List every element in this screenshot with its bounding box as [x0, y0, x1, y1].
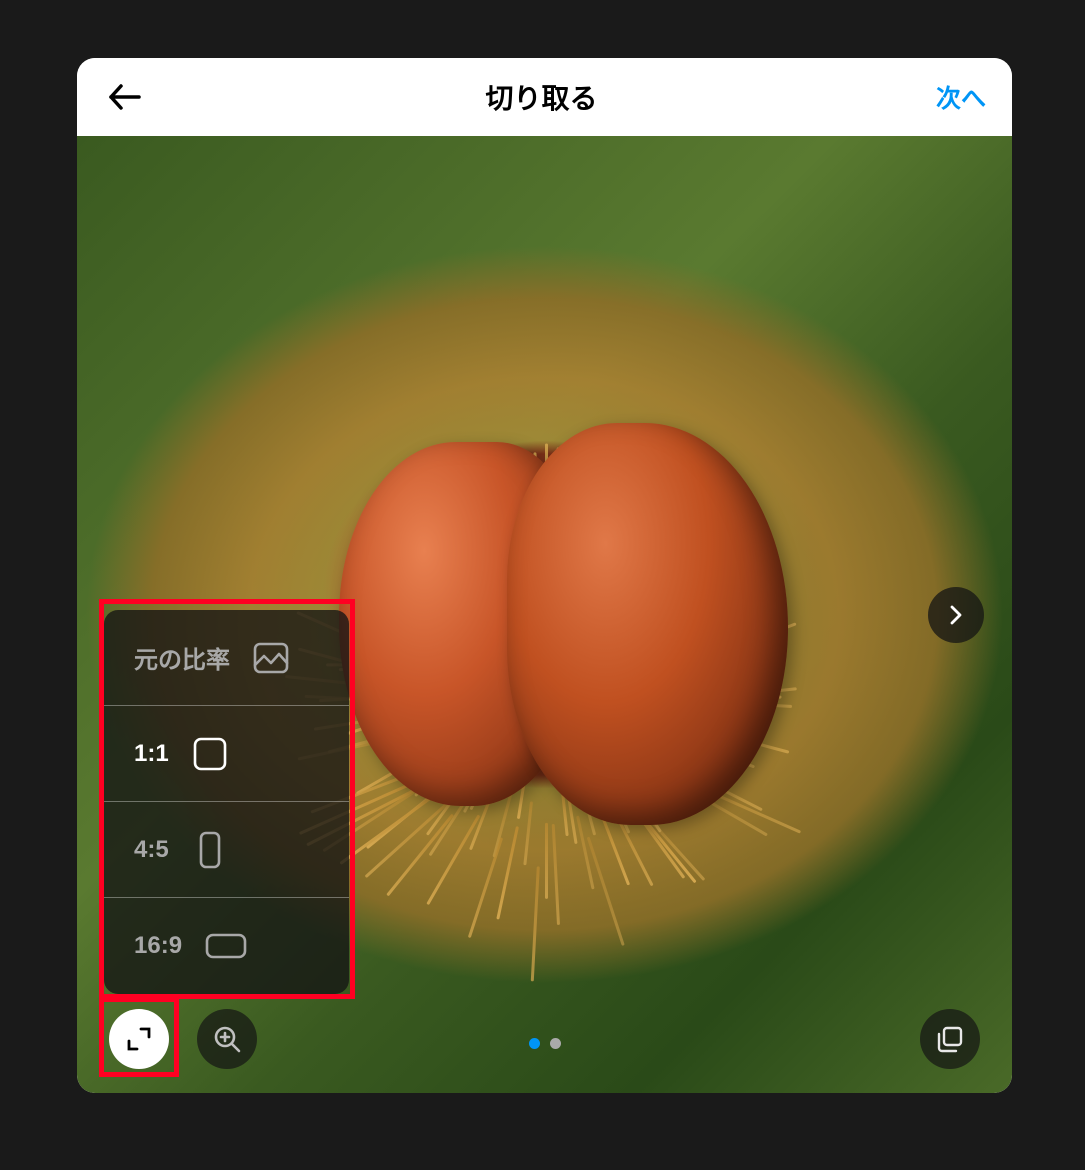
aspect-ratio-label: 1:1 [134, 740, 169, 768]
layers-icon [935, 1024, 965, 1054]
page-dot-inactive [550, 1038, 561, 1049]
zoom-button[interactable] [197, 1009, 257, 1069]
aspect-ratio-label: 4:5 [134, 836, 169, 864]
portrait-rect-icon [191, 831, 229, 869]
chevron-right-icon [944, 603, 968, 627]
aspect-ratio-option-original[interactable]: 元の比率 [104, 610, 349, 706]
expand-icon [126, 1026, 152, 1052]
modal-header: 切り取る 次へ [77, 58, 1012, 136]
aspect-ratio-option-1-1[interactable]: 1:1 [104, 706, 349, 802]
page-dot-active [529, 1038, 540, 1049]
landscape-rect-icon [204, 930, 248, 962]
aspect-ratio-popup: 元の比率 1:1 4:5 [104, 610, 349, 994]
expand-button[interactable] [109, 1009, 169, 1069]
page-indicator [529, 1038, 561, 1049]
back-button[interactable] [103, 75, 147, 119]
arrow-left-icon [105, 77, 145, 117]
aspect-ratio-label: 16:9 [134, 932, 182, 960]
aspect-ratio-option-16-9[interactable]: 16:9 [104, 898, 349, 994]
aspect-ratio-option-4-5[interactable]: 4:5 [104, 802, 349, 898]
next-button[interactable]: 次へ [936, 79, 986, 115]
zoom-in-icon [212, 1024, 242, 1054]
aspect-ratio-label: 元の比率 [134, 640, 230, 675]
square-icon [191, 735, 229, 773]
image-icon [252, 639, 290, 677]
modal-title: 切り取る [485, 77, 597, 117]
multi-select-button[interactable] [920, 1009, 980, 1069]
crop-modal: 切り取る 次へ 元の比率 1: [77, 58, 1012, 1093]
next-image-button[interactable] [928, 587, 984, 643]
image-canvas[interactable]: 元の比率 1:1 4:5 [77, 136, 1012, 1093]
